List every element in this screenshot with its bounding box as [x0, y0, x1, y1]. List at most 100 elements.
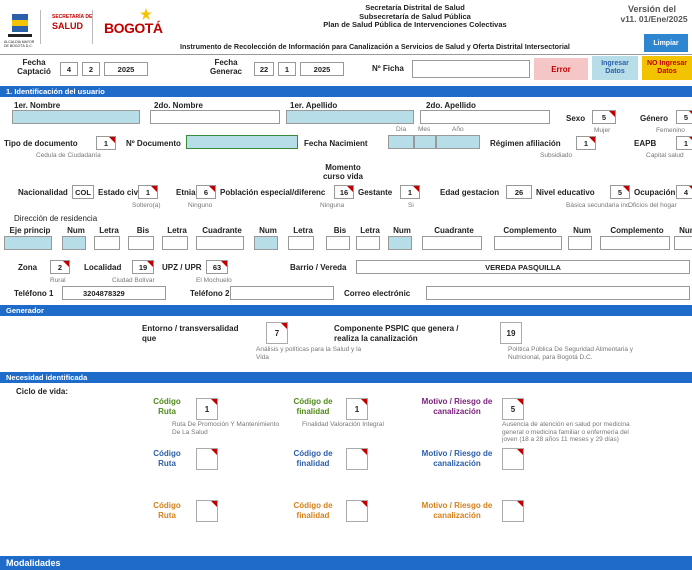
- codigo-ruta-label-2: Código Ruta: [153, 449, 181, 468]
- entorno-field[interactable]: 7: [266, 322, 288, 344]
- direccion-col-field[interactable]: [494, 236, 562, 250]
- componente-field[interactable]: 19: [500, 322, 522, 344]
- direccion-col-field[interactable]: [388, 236, 412, 250]
- localidad-field[interactable]: 19: [132, 260, 154, 274]
- regimen-desc: Subsidiado: [540, 152, 573, 159]
- direccion-col-field[interactable]: [254, 236, 278, 250]
- apellido2-field[interactable]: [420, 110, 550, 124]
- tipo-documento-label: Tipo de documento: [4, 139, 78, 148]
- etnia-field[interactable]: 6: [196, 185, 216, 199]
- direccion-col-field[interactable]: [568, 236, 592, 250]
- nombre2-label: 2do. Nombre: [154, 101, 203, 110]
- capt-month-field[interactable]: 2: [82, 62, 100, 76]
- nacionalidad-field[interactable]: COL: [72, 185, 94, 199]
- section-identificacion: 1. Identificación del usuario: [0, 86, 692, 97]
- zona-label: Zona: [18, 263, 38, 272]
- componente-desc: Política Pública De Seguridad Alimentari…: [508, 346, 634, 361]
- section-necesidad: Necesidad identificada: [0, 372, 692, 383]
- codigo-ruta-field-3[interactable]: [196, 500, 218, 522]
- etnia-label: Etnia: [176, 188, 196, 197]
- gestante-field[interactable]: 1: [400, 185, 420, 199]
- direccion-col-field[interactable]: [4, 236, 52, 250]
- codigo-ruta-field-2[interactable]: [196, 448, 218, 470]
- direccion-col-field[interactable]: [600, 236, 670, 250]
- estado-civil-field[interactable]: 1: [138, 185, 158, 199]
- regimen-field[interactable]: 1: [576, 136, 596, 150]
- direccion-col-field[interactable]: [422, 236, 482, 250]
- nivel-educativo-field[interactable]: 5: [610, 185, 630, 199]
- codigo-finalidad-field-2[interactable]: [346, 448, 368, 470]
- direccion-col-label: Bis: [333, 226, 347, 235]
- header-title-4: Instrumento de Recolección de Informació…: [180, 42, 570, 51]
- estado-civil-desc: Soltero(a): [132, 202, 161, 209]
- ciclo-vida-label: Ciclo de vida:: [16, 387, 69, 396]
- fecha-captacion-label: Fecha Captació: [17, 58, 51, 76]
- direccion-col-field[interactable]: [356, 236, 380, 250]
- gestante-label: Gestante: [358, 188, 393, 197]
- direccion-col-label: Letra: [167, 226, 187, 235]
- ocupacion-field[interactable]: 4: [676, 185, 692, 199]
- eapb-field[interactable]: 1: [676, 136, 692, 150]
- codigo-ruta-field-1[interactable]: 1: [196, 398, 218, 420]
- section-modalidades: Modalidades: [0, 556, 692, 570]
- gen-day-field[interactable]: 22: [254, 62, 274, 76]
- nacionalidad-label: Nacionalidad: [18, 188, 68, 197]
- direccion-col-field[interactable]: [162, 236, 188, 250]
- sexo-label: Sexo: [566, 114, 586, 123]
- ficha-field[interactable]: [412, 60, 530, 78]
- codigo-finalidad-field-1[interactable]: 1: [346, 398, 368, 420]
- telefono2-field[interactable]: [230, 286, 334, 300]
- ingresar-datos-button[interactable]: Ingresar Datos: [592, 56, 638, 80]
- direccion-col-field[interactable]: [196, 236, 244, 250]
- nombre2-field[interactable]: [150, 110, 280, 124]
- momento-curso-vida-label: Momento curso vida: [322, 163, 363, 181]
- direccion-col-field[interactable]: [128, 236, 154, 250]
- barrio-field[interactable]: VEREDA PASQUILLA: [356, 260, 690, 274]
- direccion-col-label: Num: [573, 226, 591, 235]
- capt-day-field[interactable]: 4: [60, 62, 78, 76]
- direccion-col-field[interactable]: [94, 236, 120, 250]
- gen-year-field[interactable]: 2025: [300, 62, 344, 76]
- direccion-col-field[interactable]: [288, 236, 314, 250]
- correo-field[interactable]: [426, 286, 690, 300]
- nombre1-field[interactable]: [12, 110, 140, 124]
- correo-label: Correo electrónic: [344, 289, 411, 298]
- zona-field[interactable]: 2: [50, 260, 70, 274]
- codigo-finalidad-field-3[interactable]: [346, 500, 368, 522]
- direccion-col-label: Cuadrante: [434, 226, 474, 235]
- tipo-documento-field[interactable]: 1: [96, 136, 116, 150]
- localidad-label: Localidad: [84, 263, 122, 272]
- no-ingresar-datos-button[interactable]: NO Ingresar Datos: [642, 56, 692, 80]
- direccion-col-field[interactable]: [62, 236, 86, 250]
- nac-month-field[interactable]: [414, 135, 436, 149]
- genero-field[interactable]: 5: [676, 110, 692, 124]
- motivo-riesgo-label-1: Motivo / Riesgo de canalización: [421, 397, 493, 416]
- telefono1-field[interactable]: 3204878329: [62, 286, 166, 300]
- logo-line1: SECRETARÍA DE: [52, 14, 93, 20]
- entorno-desc: Análisis y políticas para la Salud y la …: [256, 346, 362, 361]
- limpiar-button[interactable]: Limpiar: [644, 34, 688, 52]
- motivo-riesgo-field-1[interactable]: 5: [502, 398, 524, 420]
- apellido1-label: 1er. Apellido: [290, 101, 338, 110]
- direccion-col-field[interactable]: [326, 236, 350, 250]
- apellido1-field[interactable]: [286, 110, 414, 124]
- gen-month-field[interactable]: 1: [278, 62, 296, 76]
- motivo-riesgo-field-2[interactable]: [502, 448, 524, 470]
- etnia-desc: Ninguno: [188, 202, 213, 209]
- direccion-col-label: Num: [67, 226, 85, 235]
- edad-gestacional-field[interactable]: 26: [506, 185, 532, 199]
- capt-year-field[interactable]: 2025: [104, 62, 148, 76]
- poblacion-especial-field[interactable]: 16: [334, 185, 354, 199]
- direccion-col-label: Cuadrante: [202, 226, 242, 235]
- nombre1-label: 1er. Nombre: [14, 101, 61, 110]
- num-documento-field[interactable]: [186, 135, 298, 149]
- nac-year-field[interactable]: [436, 135, 480, 149]
- mes-label: Mes: [418, 126, 431, 133]
- upz-field[interactable]: 63: [206, 260, 228, 274]
- motivo-riesgo-field-3[interactable]: [502, 500, 524, 522]
- direccion-col-label: Letra: [99, 226, 119, 235]
- nac-day-field[interactable]: [388, 135, 414, 149]
- direccion-col-field[interactable]: [674, 236, 692, 250]
- sexo-field[interactable]: 5: [592, 110, 616, 124]
- codigo-ruta-label-3: Código Ruta: [153, 501, 181, 520]
